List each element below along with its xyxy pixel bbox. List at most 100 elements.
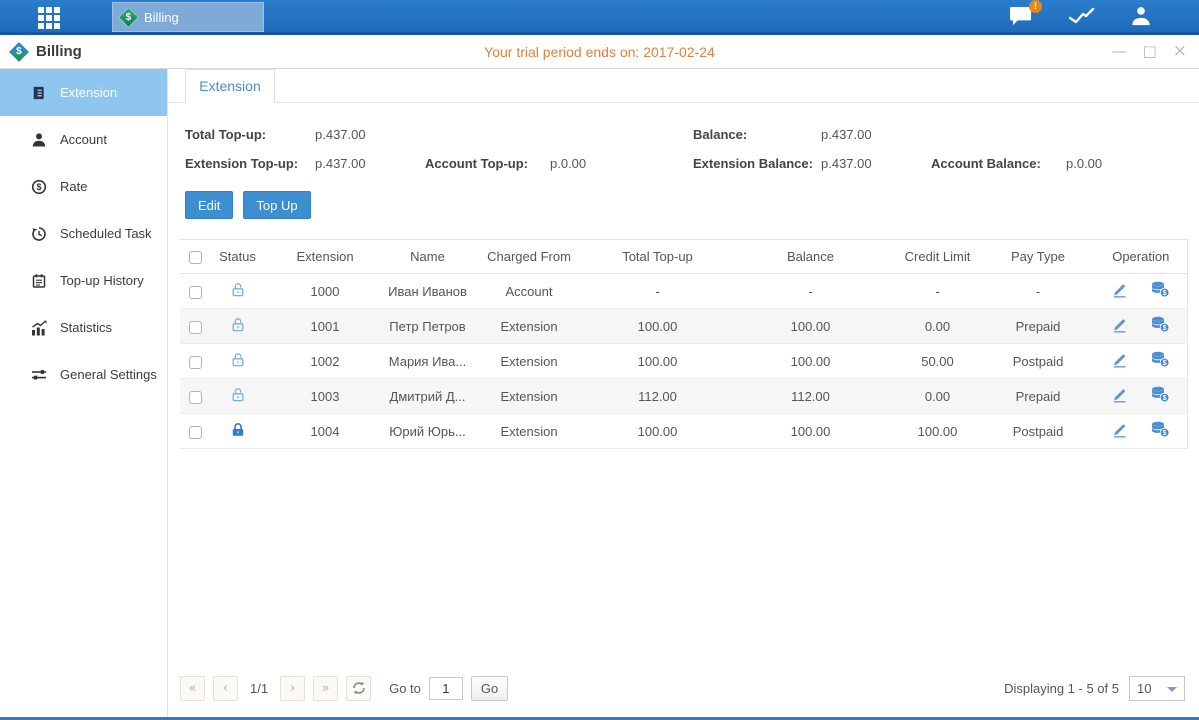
column-header-total-topup: Total Top-up [588,240,727,274]
maximize-icon[interactable]: □ [1143,44,1157,59]
first-page-button[interactable]: « [180,676,205,701]
goto-page-input[interactable] [429,677,463,700]
app-tab-billing[interactable]: $ Billing [112,2,264,32]
sidebar-item-extension[interactable]: Extension [0,69,167,116]
row-checkbox[interactable] [189,391,202,404]
tab-extension[interactable]: Extension [185,69,275,103]
total-topup-cell: - [588,274,727,309]
pagination-bar: « ‹ 1/1 › » Go to Go Displaying 1 - 5 of… [168,669,1199,717]
table-row: 1004Юрий Юрь...Extension100.00100.00100.… [180,414,1187,449]
tabstrip: Extension [168,69,1199,103]
credit-limit-cell: 50.00 [894,344,981,379]
sidebar-item-account[interactable]: Account [0,116,167,163]
sidebar-item-rate[interactable]: $ Rate [0,163,167,210]
name-cell: Иван Иванов [385,274,470,309]
sidebar-item-scheduled-task[interactable]: Scheduled Task [0,210,167,257]
topup-icon[interactable]: $ [1150,316,1170,333]
refresh-icon [352,681,366,695]
unlocked-icon [230,317,246,333]
row-checkbox[interactable] [189,356,202,369]
credit-limit-cell: 100.00 [894,414,981,449]
select-all-cell [180,240,210,274]
sidebar-item-topup-history[interactable]: Top-up History [0,257,167,304]
credit-limit-cell: 0.00 [894,309,981,344]
svg-text:$: $ [1163,325,1167,332]
name-cell: Юрий Юрь... [385,414,470,449]
svg-text:$: $ [1163,395,1167,402]
bar-chart-icon [30,320,47,336]
status-cell [210,274,265,309]
pay-type-cell: - [981,274,1095,309]
summary-section: Total Top-up: p.437.00 Extension Top-up:… [168,103,1199,185]
notifications-icon[interactable]: ! [1010,6,1035,27]
edit-icon[interactable] [1111,352,1128,368]
row-checkbox[interactable] [189,426,202,439]
window-title: Billing [36,43,82,60]
pay-type-cell: Prepaid [981,309,1095,344]
column-header-balance: Balance [727,240,894,274]
dollar-circle-icon: $ [30,179,47,195]
operation-cell: $ [1095,344,1187,379]
edit-icon[interactable] [1111,387,1128,403]
go-button[interactable]: Go [471,676,508,701]
chevron-down-icon [1167,687,1177,692]
balance-cell: 100.00 [727,344,894,379]
total-topup-value: p.437.00 [315,127,366,142]
table-row: 1000Иван ИвановAccount----$ [180,274,1187,309]
page-size-value: 10 [1137,681,1151,696]
extension-cell: 1000 [265,274,385,309]
sidebar-item-label: Account [60,132,107,147]
last-page-button[interactable]: » [313,676,338,701]
page-size-select[interactable]: 10 [1129,676,1185,701]
balance-cell: 112.00 [727,379,894,414]
displaying-text: Displaying 1 - 5 of 5 [1004,681,1119,696]
name-cell: Дмитрий Д... [385,379,470,414]
column-header-charged-from: Charged From [470,240,588,274]
sidebar-item-general-settings[interactable]: General Settings [0,351,167,398]
row-checkbox[interactable] [189,286,202,299]
extension-topup-value: p.437.00 [315,156,425,171]
goto-label: Go to [389,681,421,696]
refresh-button[interactable] [346,676,371,701]
topup-icon[interactable]: $ [1150,386,1170,403]
edit-button[interactable]: Edit [185,191,233,219]
balance-value: p.437.00 [821,127,872,142]
billing-window-icon: $ [9,42,29,62]
column-header-name: Name [385,240,470,274]
topup-icon[interactable]: $ [1150,421,1170,438]
status-cell [210,309,265,344]
total-topup-cell: 100.00 [588,309,727,344]
app-launcher-icon[interactable] [38,7,60,29]
edit-icon[interactable] [1111,282,1128,298]
column-header-operation: Operation [1095,240,1187,274]
sidebar-item-statistics[interactable]: Statistics [0,304,167,351]
edit-icon[interactable] [1111,317,1128,333]
row-checkbox[interactable] [189,321,202,334]
next-page-button[interactable]: › [280,676,305,701]
prev-page-button[interactable]: ‹ [213,676,238,701]
topup-icon[interactable]: $ [1150,351,1170,368]
charged-from-cell: Extension [470,344,588,379]
table-body: 1000Иван ИвановAccount----$1001Петр Петр… [180,274,1187,449]
app-tab-label: Billing [144,10,179,25]
select-all-checkbox[interactable] [189,251,202,264]
sidebar: Extension Account $ Rate Scheduled Task … [0,69,168,717]
person-icon [30,132,47,148]
table-row: 1002Мария Ива...Extension100.00100.0050.… [180,344,1187,379]
balance-cell: 100.00 [727,309,894,344]
column-header-pay-type: Pay Type [981,240,1095,274]
edit-icon[interactable] [1111,422,1128,438]
trial-notice: Your trial period ends on: 2017-02-24 [0,44,1199,60]
extension-topup-label: Extension Top-up: [185,156,315,171]
close-icon[interactable]: × [1173,43,1187,60]
column-header-credit-limit: Credit Limit [894,240,981,274]
minimize-icon[interactable]: — [1112,44,1127,59]
balance-cell: - [727,274,894,309]
top-up-button[interactable]: Top Up [243,191,310,219]
unlocked-icon [230,282,246,298]
balance-cell: 100.00 [727,414,894,449]
topup-icon[interactable]: $ [1150,281,1170,298]
user-account-icon[interactable] [1129,5,1153,27]
pay-type-cell: Postpaid [981,414,1095,449]
resource-monitor-icon[interactable] [1069,6,1095,26]
